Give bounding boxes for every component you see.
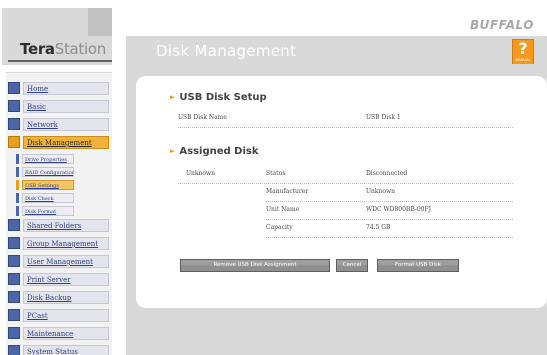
sidebar: TeraStation Home Basic Network Disk Mana…: [0, 0, 116, 355]
assigned-disk-heading-text: Assigned Disk: [179, 146, 259, 157]
sidebar-subitem-label[interactable]: Drive Properties: [22, 154, 74, 164]
sidebar-item-label[interactable]: User Management: [23, 255, 109, 268]
assigned-disk-name: Unknown: [186, 170, 216, 177]
disk-backup-icon: [8, 291, 20, 303]
unit-name-value: WDC WD800BB-00FJ: [366, 206, 432, 213]
logo-light: Station: [54, 40, 107, 58]
sidebar-item-label[interactable]: Shared Folders: [23, 219, 109, 232]
buffalo-logo: BUFFALO: [470, 18, 534, 32]
sidebar-nav: Home Basic Network Disk Management Drive…: [6, 72, 112, 355]
print-server-icon: [8, 273, 20, 285]
capacity-row: Capacity 74.5 GB: [266, 220, 513, 238]
sidebar-item-disk-management[interactable]: Disk Management: [6, 135, 112, 151]
sidebar-item-user-management[interactable]: User Management: [6, 254, 112, 270]
sidebar-item-pcast[interactable]: PCast: [6, 308, 112, 324]
logo-bold: Tera: [20, 40, 55, 58]
sidebar-item-label[interactable]: Print Server: [23, 273, 109, 286]
help-icon: ?: [518, 39, 528, 58]
sidebar-item-maintenance[interactable]: Maintenance: [6, 326, 112, 342]
shared-folders-icon: [8, 219, 20, 231]
status-value: Disconnected: [366, 170, 408, 177]
group-management-icon: [8, 237, 20, 249]
sidebar-item-group-management[interactable]: Group Management: [6, 236, 112, 252]
home-icon: [8, 82, 20, 94]
sidebar-subitem-label[interactable]: Disk Format: [22, 206, 74, 216]
sidebar-item-shared-folders[interactable]: Shared Folders: [6, 218, 112, 234]
subitem-marker: [16, 193, 19, 203]
sidebar-item-system-status[interactable]: System Status: [6, 344, 112, 355]
subitem-marker: [16, 206, 19, 216]
sidebar-item-network[interactable]: Network: [6, 117, 112, 133]
sidebar-subitem-usb-settings[interactable]: USB Settings: [6, 179, 112, 191]
manufacturer-value: Unknown: [366, 188, 396, 195]
network-icon: [8, 118, 20, 130]
page-title: Disk Management: [156, 42, 297, 60]
logo-stripe: [88, 8, 112, 36]
maintenance-icon: [8, 327, 20, 339]
usb-disk-setup-heading: ► USB Disk Setup: [170, 92, 267, 103]
sidebar-item-label[interactable]: Basic: [23, 100, 109, 113]
manufacturer-label: Manufacturer: [266, 188, 309, 195]
sidebar-item-home[interactable]: Home: [6, 81, 112, 97]
pcast-icon: [8, 309, 20, 321]
sidebar-subitem-disk-check[interactable]: Disk Check: [6, 192, 112, 204]
section-arrow-icon: ►: [170, 93, 176, 101]
manufacturer-row: Manufacturer Unknown: [266, 184, 513, 202]
sidebar-item-label[interactable]: Disk Backup: [23, 291, 109, 304]
sidebar-item-label[interactable]: PCast: [23, 309, 109, 322]
sidebar-item-basic[interactable]: Basic: [6, 99, 112, 115]
terastation-logo: TeraStation: [20, 40, 106, 58]
status-label: Status: [266, 170, 286, 177]
sidebar-item-label[interactable]: Network: [23, 118, 109, 131]
subitem-marker: [16, 167, 19, 177]
sidebar-item-print-server[interactable]: Print Server: [6, 272, 112, 288]
usb-disk-name-row: USB Disk Name USB Disk 1: [178, 110, 513, 128]
subitem-marker: [16, 180, 19, 190]
sidebar-subitem-label[interactable]: Disk Check: [22, 193, 74, 203]
logo-underline: [8, 60, 112, 62]
system-status-icon: [8, 345, 20, 355]
user-management-icon: [8, 255, 20, 267]
sidebar-subitem-label[interactable]: RAID Configuration: [22, 167, 74, 177]
unit-name-row: Unit Name WDC WD800BB-00FJ: [266, 202, 513, 220]
disk-management-icon: [8, 136, 20, 148]
sidebar-item-label[interactable]: Home: [23, 82, 109, 95]
section-arrow-icon: ►: [170, 147, 176, 155]
sidebar-subitem-raid-configuration[interactable]: RAID Configuration: [6, 166, 112, 178]
usb-disk-name-value: USB Disk 1: [366, 114, 401, 121]
sidebar-subitem-label[interactable]: USB Settings: [22, 180, 74, 190]
cancel-button[interactable]: Cancel: [336, 259, 368, 272]
help-manual-button[interactable]: ? MANUAL: [512, 39, 534, 65]
help-label: MANUAL: [515, 58, 531, 62]
capacity-value: 74.5 GB: [366, 224, 391, 231]
sidebar-item-label[interactable]: Disk Management: [23, 136, 109, 149]
usb-disk-setup-heading-text: USB Disk Setup: [179, 92, 267, 103]
sidebar-subitem-disk-format[interactable]: Disk Format: [6, 205, 112, 217]
assigned-disk-heading: ► Assigned Disk: [170, 146, 259, 157]
sidebar-item-label[interactable]: System Status: [23, 345, 109, 355]
sidebar-item-disk-backup[interactable]: Disk Backup: [6, 290, 112, 306]
sidebar-item-label[interactable]: Maintenance: [23, 327, 109, 340]
remove-usb-disk-assignment-button[interactable]: Remove USB Disk Assignment: [180, 259, 330, 272]
format-usb-disk-button[interactable]: Format USB Disk: [377, 259, 459, 272]
sidebar-item-label[interactable]: Group Management: [23, 237, 109, 250]
basic-settings-icon: [8, 100, 20, 112]
subitem-marker: [16, 154, 19, 164]
usb-disk-name-label: USB Disk Name: [178, 114, 227, 121]
capacity-label: Capacity: [266, 224, 293, 231]
sidebar-subitem-drive-properties[interactable]: Drive Properties: [6, 153, 112, 165]
unit-name-label: Unit Name: [266, 206, 300, 213]
assigned-status-row: Unknown Status Disconnected: [178, 166, 513, 184]
